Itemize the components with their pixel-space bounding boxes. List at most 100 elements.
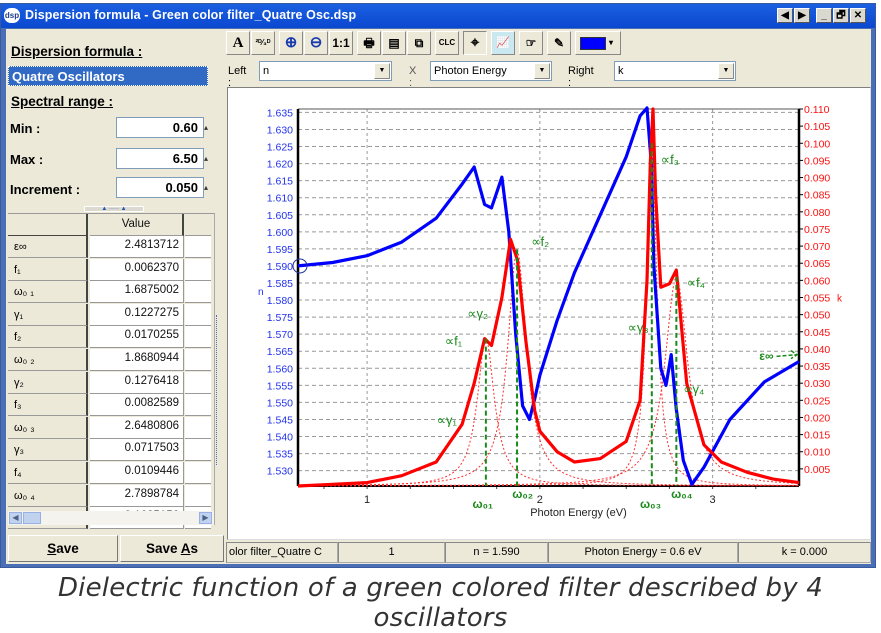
edit-draw-icon[interactable]: ✎ xyxy=(547,31,571,55)
scroll-right-arrow-icon[interactable]: ▶ xyxy=(199,512,212,524)
grid-vertical-splitter[interactable] xyxy=(214,213,222,525)
parameter-name: γ₂ xyxy=(8,371,88,394)
grid-horizontal-scrollbar[interactable]: ◀ ▶ xyxy=(8,511,214,525)
dispersion-formula-label: Dispersion formula : xyxy=(11,44,143,59)
zoom-reset-icon[interactable]: 1:1 xyxy=(329,31,353,55)
parameter-extra-cell[interactable] xyxy=(185,258,211,281)
scroll-thumb[interactable] xyxy=(23,512,41,524)
y-right-tick-label: 0.055 xyxy=(804,293,830,305)
epsilon-infinity-label: ε∞ xyxy=(759,349,773,363)
y-right-tick-label: 0.045 xyxy=(804,327,830,339)
close-button[interactable]: ✕ xyxy=(850,8,866,23)
y-left-tick-label: 1.600 xyxy=(267,227,293,239)
x-axis-label: X : xyxy=(409,65,417,89)
chevron-down-icon[interactable]: ▼ xyxy=(374,63,390,79)
parameter-value-cell[interactable]: 0.1276418 xyxy=(90,371,184,394)
font-icon[interactable]: A xyxy=(226,31,250,55)
splitter-handle[interactable]: ▲ ····· ▲ xyxy=(84,206,144,212)
export-save-icon[interactable]: ▤ xyxy=(382,31,406,55)
dispersion-formula-select[interactable]: Quatre Oscillators xyxy=(8,66,208,86)
chart-area[interactable]: 1.635 1.630 1.625 1.620 1.615 1.610 1.605 1.600… xyxy=(227,87,871,540)
zoom-out-icon[interactable]: ⊖ xyxy=(304,31,328,55)
parameter-value-cell[interactable]: 1.6875002 xyxy=(90,281,184,304)
y-left-tick-label: 1.635 xyxy=(267,107,293,119)
prev-window-button[interactable]: ◀ xyxy=(777,8,793,23)
oscillator-component-curve xyxy=(298,144,799,487)
x-tick-label: 3 xyxy=(710,494,716,506)
oscillator-component-curve xyxy=(298,248,799,487)
parameter-extra-cell[interactable] xyxy=(185,326,211,349)
left-axis-select[interactable]: n ▼ xyxy=(259,61,392,81)
x-axis-select[interactable]: Photon Energy ▼ xyxy=(430,61,552,81)
pointer-hand-icon[interactable]: ☞ xyxy=(519,31,543,55)
parameter-row: f₂ 0.0170255 xyxy=(8,326,214,349)
color-picker-button[interactable]: ▾ xyxy=(575,31,621,55)
parameter-row: f₃ 0.0082589 xyxy=(8,394,214,417)
min-input[interactable]: 0.60 xyxy=(116,117,204,138)
parameter-name: f₁ xyxy=(8,258,88,281)
parameter-value-cell[interactable]: 1.8680944 xyxy=(90,349,184,371)
parameter-extra-cell[interactable] xyxy=(185,303,211,326)
save-as-button[interactable]: Save As xyxy=(120,535,224,562)
increment-input[interactable]: 0.050 xyxy=(116,177,204,198)
parameter-extra-cell[interactable] xyxy=(185,394,211,417)
oscillator-component-curve xyxy=(298,275,800,487)
splitter-mark xyxy=(216,315,221,465)
scroll-left-arrow-icon[interactable]: ◀ xyxy=(9,512,22,524)
next-window-button[interactable]: ▶ xyxy=(794,8,810,23)
min-spin-button[interactable]: ▴ xyxy=(204,117,212,138)
parameter-name: ω₀ ₄ xyxy=(8,484,88,507)
parameter-value-cell[interactable]: 0.0082589 xyxy=(90,394,184,417)
parameter-extra-cell[interactable] xyxy=(185,281,211,304)
right-axis-select[interactable]: k ▼ xyxy=(614,61,736,81)
parameter-extra-cell[interactable] xyxy=(185,484,211,507)
restore-button[interactable]: 🗗 xyxy=(833,8,849,23)
print-icon[interactable]: 🖶 xyxy=(357,31,381,55)
parameter-value-cell[interactable]: 0.1227275 xyxy=(90,303,184,326)
y-right-tick-label: 0.100 xyxy=(804,138,830,150)
y-right-tick-label: 0.025 xyxy=(804,395,830,407)
chevron-down-icon[interactable]: ▼ xyxy=(534,63,550,79)
copy-icon[interactable]: ⧉ xyxy=(407,31,431,55)
save-button[interactable]: Save xyxy=(8,535,118,562)
chevron-down-icon[interactable]: ▾ xyxy=(609,32,613,54)
max-spin-button[interactable]: ▴ xyxy=(204,148,212,169)
parameter-extra-cell[interactable] xyxy=(185,462,211,484)
minimize-button[interactable]: _ xyxy=(816,8,832,23)
zoom-in-icon[interactable]: ⊕ xyxy=(279,31,303,55)
parameter-extra-cell[interactable] xyxy=(185,416,211,439)
clipboard-save-icon[interactable]: CLC xyxy=(435,31,459,55)
parameter-value-cell[interactable]: 2.7898784 xyxy=(90,484,184,507)
y-right-tick-label: 0.030 xyxy=(804,378,830,390)
parameter-extra-cell[interactable] xyxy=(185,349,211,371)
dispersion-chart[interactable]: 1.635 1.630 1.625 1.620 1.615 1.610 1.605 1.600… xyxy=(228,88,872,541)
y-left-tick-label: 1.570 xyxy=(267,329,293,341)
annotation-label: ∝f₂ xyxy=(531,234,549,249)
chevron-down-icon[interactable]: ▼ xyxy=(718,63,734,79)
max-input[interactable]: 6.50 xyxy=(116,148,204,169)
y-right-tick-label: 0.080 xyxy=(804,207,830,219)
y-left-axis-title: n xyxy=(258,287,264,298)
parameter-value-cell[interactable]: 2.6480806 xyxy=(90,416,184,439)
status-photon-energy: Photon Energy = 0.6 eV xyxy=(548,542,738,563)
parameter-value-cell[interactable]: 0.0170255 xyxy=(90,326,184,349)
annotation-label: ∝f₃ xyxy=(661,152,679,167)
parameters-grid: Value ε∞ 2.4813712 f₁ 0.0062370 ω₀ ₁ 1.687500… xyxy=(8,213,214,530)
parameter-row: ω₀ ₃ 2.6480806 xyxy=(8,416,214,439)
parameter-row: f₁ 0.0062370 xyxy=(8,258,214,281)
crosshair-icon[interactable]: ⌖ xyxy=(463,31,487,55)
parameter-extra-cell[interactable] xyxy=(185,439,211,462)
parameter-extra-cell[interactable] xyxy=(185,371,211,394)
parameter-value-cell[interactable]: 2.4813712 xyxy=(90,236,184,258)
increment-spin-button[interactable]: ▴ xyxy=(204,177,212,198)
2d-3d-icon[interactable]: ²ᴰ⁄₃ᴰ xyxy=(251,31,275,55)
parameter-value-cell[interactable]: 0.0717503 xyxy=(90,439,184,462)
chart-icon[interactable]: 📈 xyxy=(491,31,515,55)
parameter-value-cell[interactable]: 0.0062370 xyxy=(90,258,184,281)
y-left-tick-label: 1.605 xyxy=(267,210,293,222)
parameter-value-cell[interactable]: 0.0109446 xyxy=(90,462,184,484)
parameter-row: f₄ 0.0109446 xyxy=(8,462,214,484)
parameter-name: f₂ xyxy=(8,326,88,349)
x-tick-label: 2 xyxy=(537,494,543,506)
parameter-extra-cell[interactable] xyxy=(185,236,211,258)
